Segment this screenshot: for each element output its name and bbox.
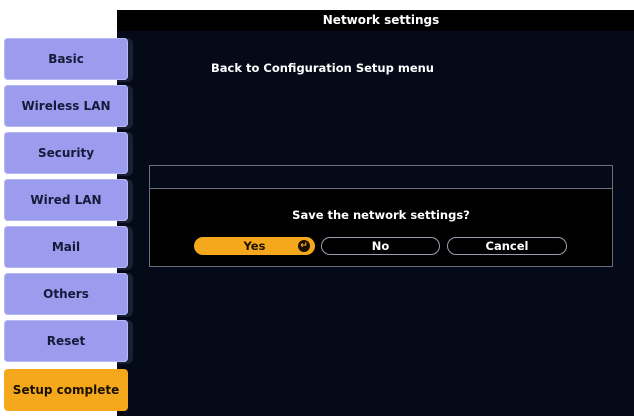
sidebar-item-security[interactable]: Security — [4, 132, 128, 174]
dialog-message: Save the network settings? — [292, 208, 470, 222]
sidebar-item-wired-lan[interactable]: Wired LAN — [4, 179, 128, 221]
enter-icon: ↵ — [298, 240, 310, 252]
save-dialog: Save the network settings? Yes ↵ No Canc… — [149, 165, 613, 267]
sidebar-item-others[interactable]: Others — [4, 273, 128, 315]
sidebar-item-reset[interactable]: Reset — [4, 320, 128, 362]
sidebar-item-setup-complete[interactable]: Setup complete — [4, 369, 128, 411]
yes-button[interactable]: Yes ↵ — [194, 237, 315, 255]
sidebar-item-basic[interactable]: Basic — [4, 38, 128, 80]
no-button[interactable]: No — [321, 237, 440, 255]
sidebar-item-mail[interactable]: Mail — [4, 226, 128, 268]
back-to-configuration-link[interactable]: Back to Configuration Setup menu — [211, 61, 434, 75]
cancel-button-label: Cancel — [485, 239, 529, 253]
yes-button-label: Yes — [243, 239, 266, 253]
dialog-header — [150, 166, 612, 189]
cancel-button[interactable]: Cancel — [447, 237, 567, 255]
window-title: Network settings — [117, 10, 634, 31]
sidebar-item-wireless-lan[interactable]: Wireless LAN — [4, 85, 128, 127]
no-button-label: No — [371, 239, 390, 253]
